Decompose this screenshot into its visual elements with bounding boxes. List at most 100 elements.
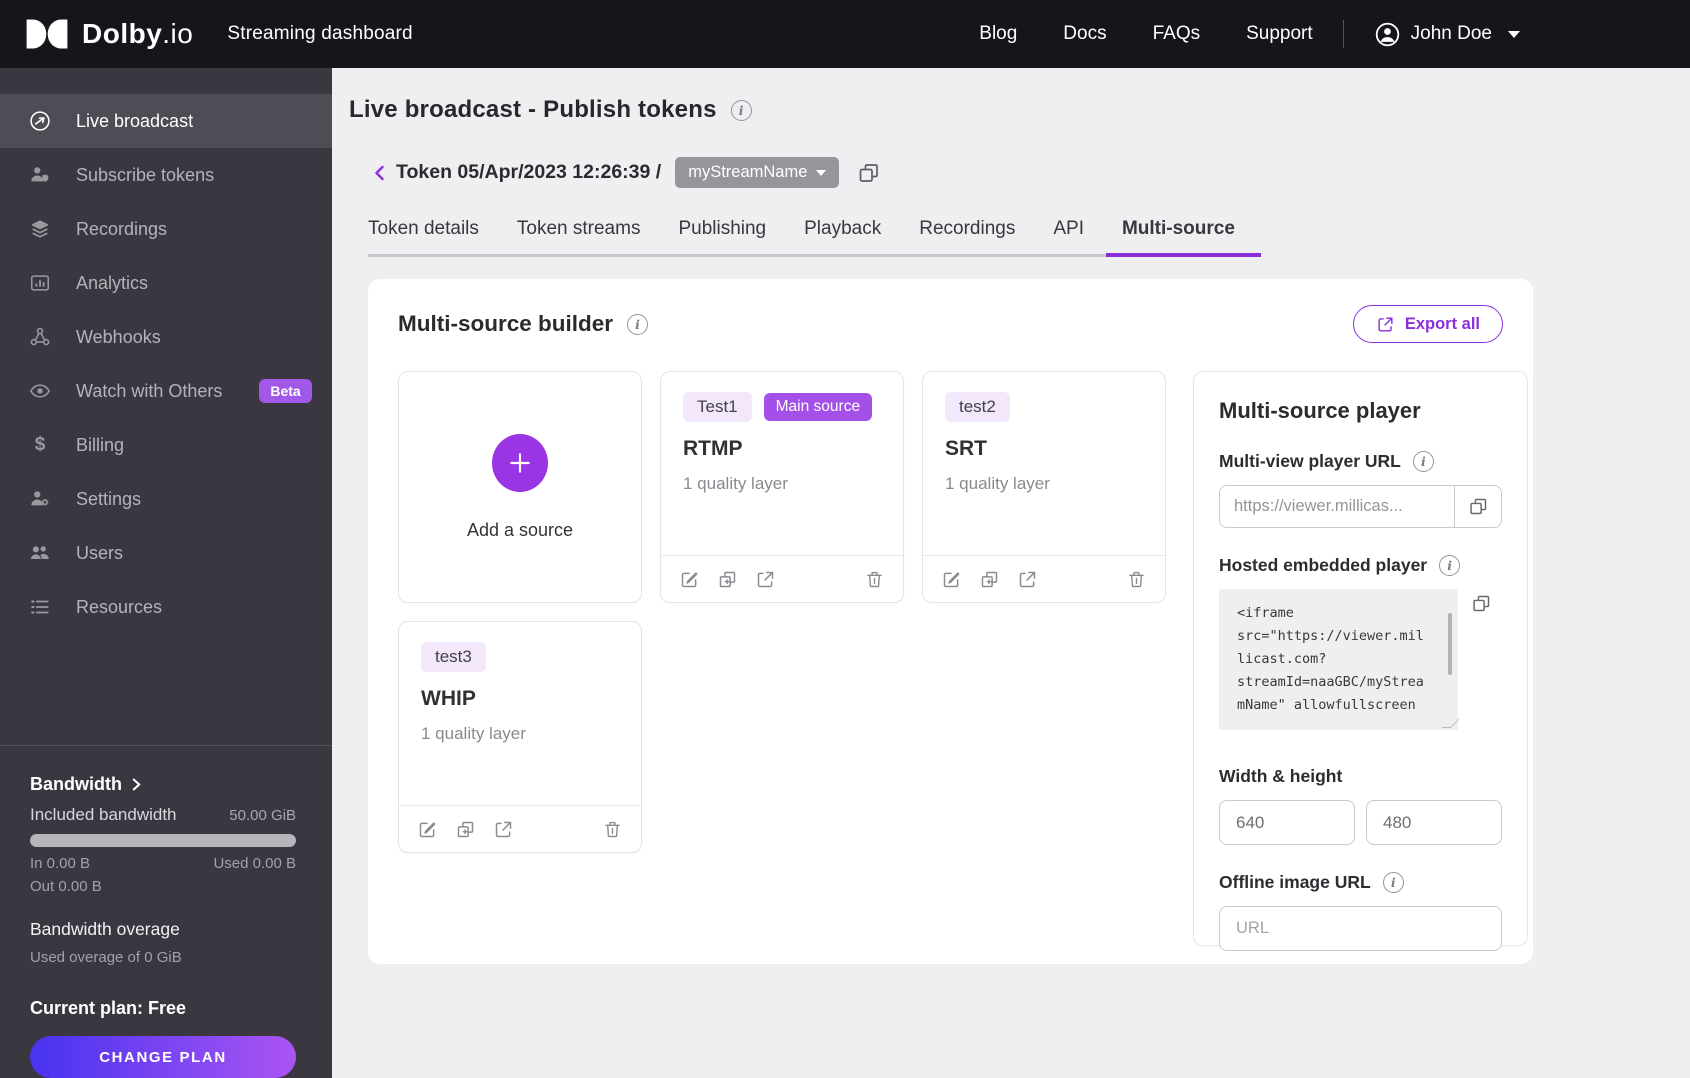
sidebar-item-subscribe-tokens[interactable]: Subscribe tokens: [0, 148, 332, 202]
sidebar-item-users[interactable]: Users: [0, 526, 332, 580]
tab-token-details[interactable]: Token details: [368, 218, 479, 254]
sidebar-item-webhooks[interactable]: Webhooks: [0, 310, 332, 364]
duplicate-source-button[interactable]: [455, 819, 476, 840]
tab-api[interactable]: API: [1053, 218, 1084, 254]
dolby-logo[interactable]: Dolby.io: [24, 18, 193, 50]
external-link-icon: [757, 571, 774, 587]
resize-grip[interactable]: [1441, 719, 1460, 728]
copy-embed-code-button[interactable]: [1471, 593, 1492, 614]
multi-view-url-info-icon[interactable]: [1412, 451, 1434, 472]
offline-image-url-input[interactable]: [1219, 906, 1502, 951]
nav-support[interactable]: Support: [1246, 23, 1313, 45]
source-quality: 1 quality layer: [421, 724, 526, 743]
builder-title: Multi-source builder: [398, 311, 614, 336]
sidebar-item-resources[interactable]: Resources: [0, 580, 332, 634]
delete-source-button[interactable]: [864, 569, 885, 590]
user-menu[interactable]: John Doe: [1374, 21, 1520, 48]
page-title-info-icon[interactable]: [730, 99, 752, 121]
sidebar-item-billing[interactable]: $ Billing: [0, 418, 332, 472]
sidebar-item-label: Users: [76, 542, 124, 563]
top-nav: Blog Docs FAQs Support: [979, 23, 1312, 45]
bandwidth-in: In 0.00 B: [30, 855, 91, 872]
sidebar-item-label: Webhooks: [76, 326, 161, 347]
sidebar-item-recordings[interactable]: Recordings: [0, 202, 332, 256]
embed-player-info-icon[interactable]: [1439, 555, 1461, 576]
embed-code: <iframe src="https://viewer.mil licast.c…: [1237, 605, 1424, 713]
offline-image-url-info-icon[interactable]: [1382, 872, 1404, 893]
edit-icon: [943, 571, 960, 587]
sidebar-item-settings[interactable]: Settings: [0, 472, 332, 526]
edit-source-button[interactable]: [941, 569, 962, 590]
trash-icon: [1129, 571, 1144, 587]
nav-docs[interactable]: Docs: [1063, 23, 1106, 45]
delete-source-button[interactable]: [1126, 569, 1147, 590]
multi-view-url-input[interactable]: [1220, 486, 1454, 527]
copy-url-button[interactable]: [1455, 486, 1501, 527]
offline-image-url-label: Offline image URL: [1219, 872, 1371, 892]
token-tabs: Token details Token streams Publishing P…: [368, 218, 1261, 257]
person-gear-icon: [27, 488, 53, 510]
source-card-test1: Test1 Main source RTMP 1 quality layer: [660, 371, 904, 603]
width-input[interactable]: [1219, 800, 1355, 845]
multi-view-url-group: [1219, 485, 1502, 528]
sidebar-item-watch-with-others[interactable]: Watch with Others Beta: [0, 364, 332, 418]
builder-info-icon[interactable]: [627, 313, 649, 335]
main-content: Live broadcast - Publish tokens Token 05…: [332, 68, 1690, 1078]
user-name: John Doe: [1410, 23, 1492, 44]
sidebar-item-label: Watch with Others: [76, 380, 223, 401]
delete-source-button[interactable]: [602, 819, 623, 840]
sidebar-item-label: Analytics: [76, 272, 149, 293]
open-source-button[interactable]: [493, 819, 514, 840]
open-source-button[interactable]: [755, 569, 776, 590]
add-source-plus-button[interactable]: [492, 433, 548, 492]
tab-token-streams[interactable]: Token streams: [517, 218, 641, 254]
beta-badge: Beta: [259, 379, 312, 403]
export-icon: [1378, 316, 1393, 332]
included-bandwidth-value: 50.00 GiB: [229, 807, 296, 824]
code-scrollbar[interactable]: [1448, 613, 1452, 675]
sidebar-item-label: Recordings: [76, 218, 168, 239]
duplicate-source-button[interactable]: [979, 569, 1000, 590]
edit-source-button[interactable]: [417, 819, 438, 840]
edit-icon: [681, 571, 698, 587]
tab-multi-source[interactable]: Multi-source: [1105, 218, 1261, 257]
source-quality: 1 quality layer: [945, 474, 1050, 493]
stream-name-dropdown[interactable]: myStreamName: [675, 157, 840, 188]
height-input[interactable]: [1366, 800, 1502, 845]
source-grid: Add a source Test1 Main source RTMP 1 qu…: [398, 371, 1166, 946]
copy-stream-name-button[interactable]: [857, 161, 881, 185]
external-link-icon: [495, 821, 512, 837]
source-name-pill: Test1: [683, 392, 752, 422]
product-name: Streaming dashboard: [227, 23, 413, 44]
tab-playback[interactable]: Playback: [804, 218, 881, 254]
duplicate-source-button[interactable]: [717, 569, 738, 590]
add-source-card[interactable]: Add a source: [398, 371, 642, 603]
back-chevron-icon[interactable]: [370, 163, 390, 183]
included-bandwidth-label: Included bandwidth: [30, 805, 177, 824]
eye-icon: [27, 380, 53, 402]
nav-faqs[interactable]: FAQs: [1153, 23, 1201, 45]
source-protocol: WHIP: [421, 687, 476, 710]
sidebar-item-analytics[interactable]: Analytics: [0, 256, 332, 310]
sidebar-item-label: Resources: [76, 596, 163, 617]
edit-source-button[interactable]: [679, 569, 700, 590]
page-title: Live broadcast - Publish tokens: [349, 96, 717, 123]
tab-publishing[interactable]: Publishing: [678, 218, 766, 254]
width-height-label: Width & height: [1219, 766, 1343, 786]
chevron-down-icon: [1508, 30, 1520, 38]
trash-icon: [605, 821, 620, 837]
embed-code-block[interactable]: <iframe src="https://viewer.mil licast.c…: [1219, 589, 1460, 730]
header-divider: [1342, 20, 1344, 48]
change-plan-button[interactable]: CHANGE PLAN: [30, 1036, 296, 1078]
bandwidth-overage-title: Bandwidth overage: [30, 919, 180, 939]
open-source-button[interactable]: [1017, 569, 1038, 590]
export-all-button[interactable]: Export all: [1352, 305, 1503, 343]
bandwidth-title-row[interactable]: Bandwidth: [30, 774, 296, 795]
tab-recordings[interactable]: Recordings: [919, 218, 1015, 254]
nav-blog[interactable]: Blog: [979, 23, 1017, 45]
sidebar-item-live-broadcast[interactable]: Live broadcast: [0, 94, 332, 148]
multi-source-player-panel: Multi-source player Multi-view player UR…: [1193, 371, 1528, 951]
multi-view-url-label: Multi-view player URL: [1219, 451, 1401, 471]
duplicate-icon: [457, 821, 474, 837]
live-broadcast-icon: [27, 110, 53, 132]
